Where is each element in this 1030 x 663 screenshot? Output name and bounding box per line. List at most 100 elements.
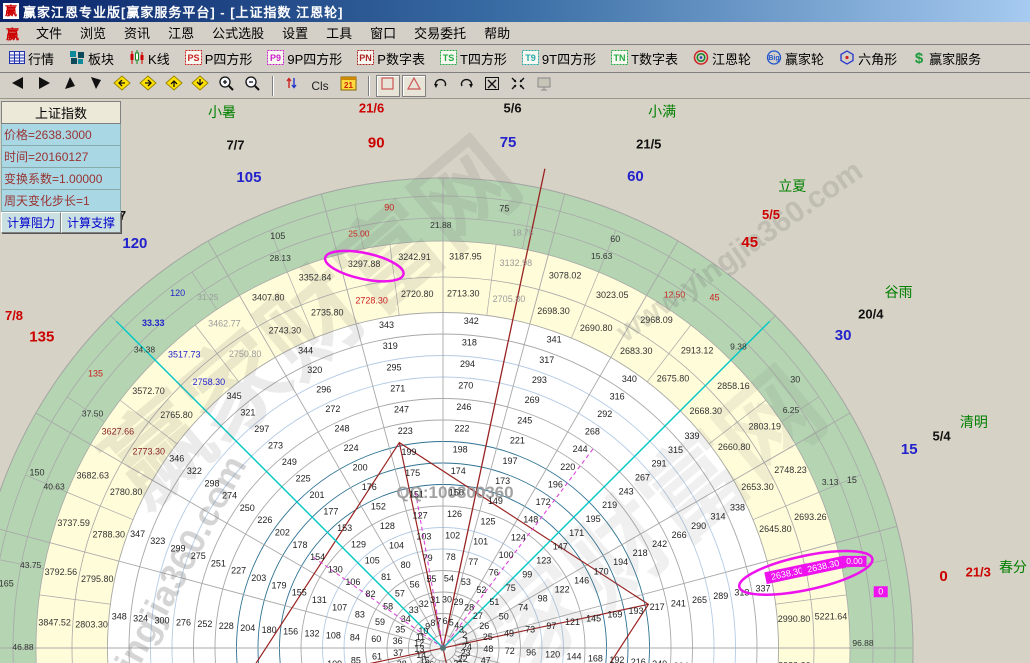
diamond-left-button[interactable] [110, 75, 134, 97]
diamond-down-button[interactable] [188, 75, 212, 97]
nav-down-button[interactable] [84, 75, 108, 97]
xbox-button[interactable] [480, 75, 504, 97]
zoom-in-button[interactable] [214, 75, 238, 97]
percent-label: 31.25 [197, 292, 219, 302]
wheel-number: 130 [328, 565, 343, 575]
menu-item-帮助[interactable]: 帮助 [475, 24, 519, 43]
wheel-number: 36 [393, 636, 403, 646]
outer-price: 3462.77 [208, 318, 241, 328]
toolbar-button-江恩轮[interactable]: 江恩轮 [690, 47, 754, 70]
wheel-number: 4 [454, 620, 459, 630]
diamond-right-button[interactable] [136, 75, 160, 97]
percent-label: 12.50 [664, 290, 686, 300]
triangle-tool-button[interactable] [402, 75, 426, 97]
toolbar-button-9P四方形[interactable]: P99P四方形 [264, 47, 345, 70]
menu-item-浏览[interactable]: 浏览 [71, 24, 115, 43]
wheel-number: 104 [389, 540, 404, 550]
wheel-number: 127 [413, 510, 428, 520]
wheel-number: 28 [464, 603, 474, 613]
rotate-ccw-button[interactable] [428, 75, 452, 97]
percent-label: 9.38 [730, 341, 747, 351]
wheel-number: 221 [510, 436, 525, 446]
wheel-number: 179 [272, 580, 287, 590]
wheel-number: 197 [503, 456, 518, 466]
wheel-number: 318 [462, 338, 477, 348]
nav-up-button[interactable] [58, 75, 82, 97]
toolbar-button-T数字表[interactable]: TNT数字表 [608, 47, 681, 70]
wheel-number: 275 [191, 551, 206, 561]
wheel-number: 101 [473, 537, 488, 547]
inner-price: 2668.30 [690, 406, 723, 416]
outer-price: 3847.52 [38, 618, 71, 628]
percent-label: 37.50 [82, 408, 104, 418]
nav-left-button[interactable] [6, 75, 30, 97]
inner-price: 2990.80 [778, 614, 811, 624]
panel-button-计算支撑[interactable]: 计算支撑 [61, 212, 121, 233]
inner-price: 2780.80 [110, 487, 143, 497]
quote-panel-title: 上证指数 [1, 101, 121, 124]
toolbar-button-9T四方形[interactable]: T99T四方形 [519, 47, 599, 70]
outer-degree-label: 120 [122, 235, 147, 252]
toolbar-button-赢家轮[interactable]: Big赢家轮 [763, 47, 827, 70]
menu-item-公式选股[interactable]: 公式选股 [203, 24, 273, 43]
svg-text:21: 21 [344, 81, 353, 90]
wheel-number: 27 [473, 611, 483, 621]
toolbar-button-K线[interactable]: K线 [126, 47, 173, 70]
toolbar-button-赢家服务[interactable]: $赢家服务 [909, 47, 984, 70]
toolbar-button-P数字表[interactable]: PNP数字表 [354, 47, 428, 70]
wheel-number: 272 [325, 404, 340, 414]
toolbar-button-P四方形[interactable]: PSP四方形 [182, 47, 256, 70]
menu-item-窗口[interactable]: 窗口 [361, 24, 405, 43]
toolbar-button-六角形[interactable]: 六角形 [836, 47, 900, 70]
square-tool-button[interactable] [376, 75, 400, 97]
diamond-up-button[interactable] [162, 75, 186, 97]
quote-panel: 上证指数 价格=2638.3000时间=20160127变换系数=1.00000… [1, 101, 121, 233]
zoom-in-icon [218, 75, 235, 96]
menu-item-文件[interactable]: 文件 [27, 24, 71, 43]
wheel-number: 294 [460, 359, 475, 369]
date-label: 20/4 [858, 307, 884, 322]
calendar-button[interactable]: 21 [336, 75, 360, 97]
flip-axis-button[interactable] [280, 75, 304, 97]
center-button[interactable] [506, 75, 530, 97]
wheel-number: 149 [488, 496, 503, 506]
menu-item-交易委托[interactable]: 交易委托 [405, 24, 475, 43]
wheel-number: 178 [293, 540, 308, 550]
date-label: 21/5 [636, 137, 661, 152]
rotate-cw-button[interactable] [454, 75, 478, 97]
panel-button-计算阻力[interactable]: 计算阻力 [1, 212, 61, 233]
menu-item-江恩[interactable]: 江恩 [159, 24, 203, 43]
wheel-number: 193 [629, 606, 644, 616]
wheel-number: 121 [565, 617, 580, 627]
menu-item-设置[interactable]: 设置 [273, 24, 317, 43]
inner-price: 2773.30 [133, 447, 166, 457]
wheel-number: 7 [436, 616, 441, 626]
toolbar-label: 赢家服务 [929, 49, 981, 68]
wheel-number: 202 [275, 528, 290, 538]
toolbar-button-行情[interactable]: 行情 [6, 47, 57, 70]
nav-right-button[interactable] [32, 75, 56, 97]
diamond-down-icon [191, 75, 209, 96]
menu-item-资讯[interactable]: 资讯 [115, 24, 159, 43]
outer-price: 3682.63 [77, 471, 110, 481]
gann-wheel-icon [693, 50, 712, 68]
menu-item-工具[interactable]: 工具 [317, 24, 361, 43]
box-pn-icon: PN [357, 50, 377, 68]
cls-button[interactable]: Cls [306, 75, 334, 97]
degree-label: 120 [170, 288, 185, 298]
wheel-number: 224 [344, 443, 359, 453]
box-p9-icon: P9 [267, 50, 287, 68]
zoom-out-button[interactable] [240, 75, 264, 97]
window-title: 赢家江恩专业版[赢家服务平台] - [上证指数 江恩轮] [23, 2, 343, 21]
app-logo-icon: 赢 [3, 3, 19, 19]
wheel-number: 175 [405, 468, 420, 478]
wheel-number: 169 [607, 610, 622, 620]
percent-label: 3.13 [822, 477, 839, 487]
toolbar-button-T四方形[interactable]: TST四方形 [437, 47, 510, 70]
wheel-number: 106 [345, 577, 360, 587]
screen-button[interactable] [532, 75, 556, 97]
toolbar-button-板块[interactable]: 板块 [66, 47, 117, 70]
wheel-number: 81 [381, 572, 391, 582]
wheel-number: 168 [588, 653, 603, 663]
quote-panel-row: 周天变化步长=1 [1, 190, 121, 212]
